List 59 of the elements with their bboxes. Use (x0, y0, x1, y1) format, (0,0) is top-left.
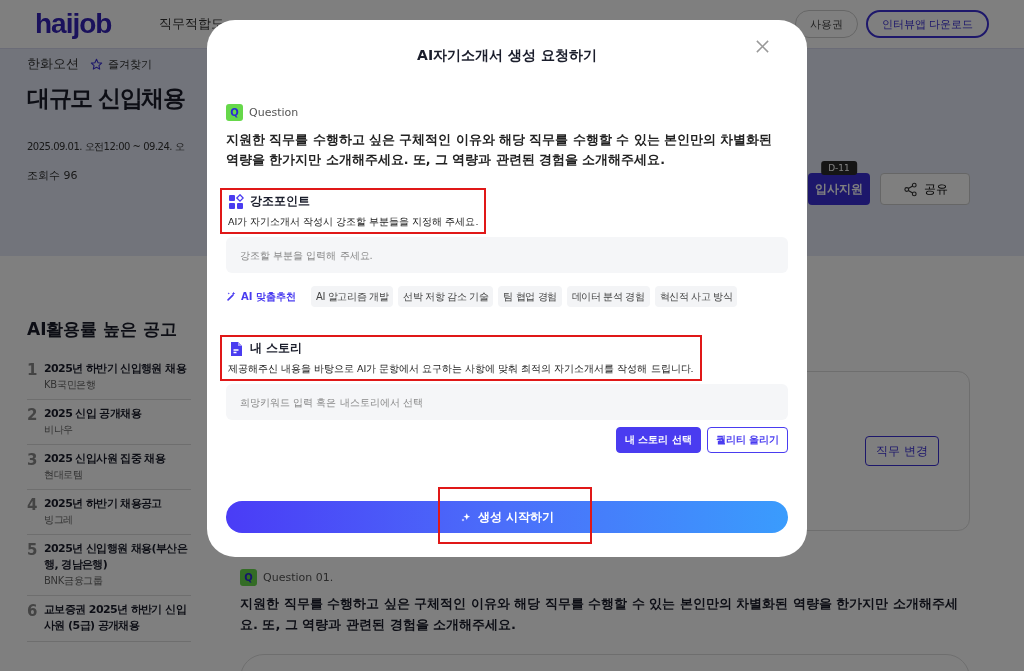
rank-number: 2 (27, 405, 35, 426)
question-badge: Q (226, 104, 243, 121)
logo[interactable]: haijob (35, 8, 112, 40)
rank-number: 4 (27, 495, 35, 516)
company-name: BNK금융그룹 (44, 573, 104, 588)
job-link[interactable]: 2025년 하반기 신입행원 채용 (44, 361, 186, 377)
star-icon[interactable] (90, 57, 103, 71)
job-link[interactable]: 2025년 하반기 채용공고 (44, 495, 162, 512)
blocks-icon (228, 193, 244, 210)
keyword-chip[interactable]: 팀 협업 경험 (498, 286, 562, 307)
section-title: 내 스토리 (250, 340, 303, 357)
generate-button[interactable]: 생성 시작하기 (226, 501, 788, 533)
change-job-button[interactable]: 직무 변경 (865, 436, 939, 466)
deadline-badge: D-11 (821, 161, 857, 175)
rank-number: 5 (27, 540, 35, 561)
document-icon (228, 340, 244, 357)
job-title: 대규모 신입채용 (27, 84, 184, 113)
job-link[interactable]: 2025년 신입행원 채용(부산은행, 경남은행) (44, 540, 191, 573)
section-title: 강조포인트 (250, 193, 310, 210)
job-link[interactable]: 2025 신입사원 집중 채용 (44, 450, 166, 467)
ai-recommend-label: AI 맞춤추천 (226, 289, 296, 304)
section-description: 제공해주신 내용을 바탕으로 AI가 문항에서 요구하는 사항에 맞춰 최적의 자기소개서를 작성해 드립니다. (228, 363, 694, 376)
section-title: AI활용률 높은 공고 (27, 318, 179, 341)
apply-button[interactable]: 입사지원 (808, 173, 870, 205)
view-count: 조회수 96 (27, 168, 78, 183)
story-button[interactable]: 내 스토리 선택 (615, 427, 701, 453)
keyword-chip[interactable]: AI 알고리즘 개발 (310, 286, 394, 307)
section-description: AI가 자기소개서 작성시 강조할 부분들을 지정해 주세요. (228, 216, 479, 229)
keyword-input[interactable]: 희망키워드 입력 혹은 내스토리에서 선택 (226, 384, 788, 420)
question-badge: Q (240, 569, 257, 586)
question-text: 지원한 직무를 수행하고 싶은 구체적인 이유와 해당 직무를 수행할 수 있는 본인만의 차별화된 역량을 한가지만 소개해주세요. 또, 그 역량과 관련된 경험을 소개해주세요. (226, 131, 774, 169)
job-link[interactable]: 2025 신입 공개채용 (44, 405, 142, 422)
keyword-chip[interactable]: 선박 저항 감소 기술 (398, 286, 494, 307)
company-name: KB국민은행 (44, 377, 97, 392)
magic-wand-icon (226, 291, 237, 302)
keyword-chip[interactable]: 혁신적 사고 방식 (654, 286, 738, 307)
company-name: 한화오션 (27, 55, 79, 73)
share-button[interactable]: 공유 (880, 173, 970, 205)
question-label: Question 01. (263, 571, 334, 584)
rank-number: 1 (27, 361, 35, 381)
share-icon (902, 181, 918, 197)
close-icon[interactable] (755, 39, 770, 54)
emphasis-input[interactable]: 강조할 부분을 입력해 주세요. (226, 237, 788, 273)
keyword-chip[interactable]: 데이터 분석 경험 (566, 286, 650, 307)
period-text: 2025.09.01. 오전12:00 ~ 09.24. 오 (27, 140, 185, 154)
rank-number: 6 (27, 601, 35, 622)
rank-number: 3 (27, 450, 35, 471)
story-button[interactable]: 퀄리티 올리기 (706, 427, 788, 453)
question-label: Question (249, 106, 299, 119)
modal-title: AI자기소개서 생성 요청하기 (417, 47, 597, 65)
nav-item[interactable]: 직무적합도 (159, 15, 225, 33)
header-button[interactable]: 사용권 (794, 10, 858, 38)
favorite-link[interactable]: 즐겨찾기 (108, 56, 152, 72)
company-name: 비나우 (44, 422, 75, 437)
job-link[interactable]: 교보증권 2025년 하반기 신입사원 (5급) 공개채용 (44, 601, 191, 634)
question-text: 지원한 직무를 수행하고 싶은 구체적인 이유와 해당 직무를 수행할 수 있는 본인만의 차별화된 역량을 한가지만 소개해주세요. 또, 그 역량과 관련된 경험을 소개해주세요. (240, 595, 959, 634)
company-name: 현대로템 (44, 467, 84, 482)
header-button[interactable]: 인터뷰앱 다운로드 (865, 10, 989, 38)
company-name: 빙그레 (44, 512, 75, 527)
